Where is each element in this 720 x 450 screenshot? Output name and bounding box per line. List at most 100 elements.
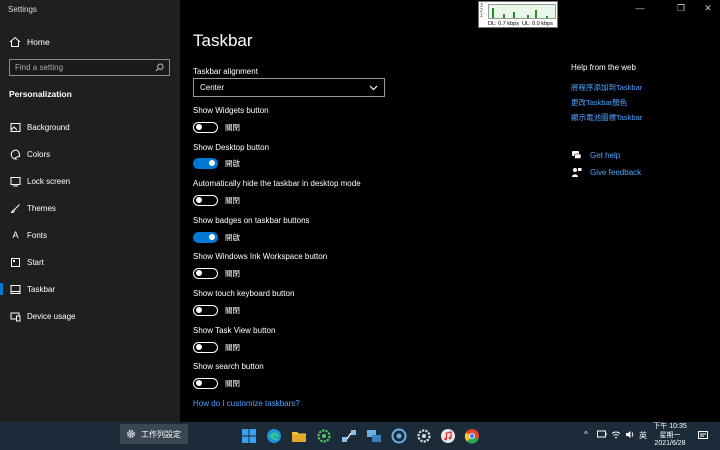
sidebar-item-label: Start bbox=[27, 257, 44, 267]
windows-start-icon[interactable] bbox=[241, 428, 257, 444]
get-help-link[interactable]: Get help bbox=[571, 150, 620, 161]
badges-toggle[interactable] bbox=[193, 231, 218, 243]
toggle-state: 開啟 bbox=[225, 232, 240, 242]
setting-label: Show Desktop button bbox=[193, 143, 270, 152]
chevron-up-icon[interactable]: ^ bbox=[584, 430, 588, 439]
taskbar-settings-app[interactable]: 工作列設定 bbox=[120, 424, 188, 444]
palette-icon bbox=[10, 148, 21, 160]
lock-screen-icon bbox=[10, 176, 21, 187]
wifi-icon[interactable] bbox=[611, 430, 621, 439]
search-icon[interactable] bbox=[155, 63, 164, 72]
nav-home-label: Home bbox=[27, 37, 50, 47]
volume-icon[interactable] bbox=[625, 430, 635, 439]
sidebar-item-label: Colors bbox=[27, 149, 51, 159]
widgets-toggle[interactable] bbox=[193, 121, 218, 133]
setting-label: Automatically hide the taskbar in deskto… bbox=[193, 179, 361, 188]
sidebar-item-themes[interactable]: Themes bbox=[0, 199, 180, 217]
remote-desktop-icon[interactable] bbox=[366, 428, 382, 444]
search-input[interactable]: Find a setting bbox=[9, 59, 170, 76]
sidebar-item-label: Lock screen bbox=[27, 176, 71, 186]
taskbar-settings-label: 工作列設定 bbox=[141, 429, 181, 439]
toggle-state: 關閉 bbox=[225, 305, 240, 315]
font-icon: A bbox=[12, 230, 19, 240]
desktop-toggle[interactable] bbox=[193, 157, 218, 169]
taskbar: 工作列設定 ^ 英 下午 10:35 星期一 2021/6/28 bbox=[0, 422, 720, 450]
toggle-state: 關閉 bbox=[225, 195, 240, 205]
gear-app-icon[interactable] bbox=[316, 428, 332, 444]
sidebar: Settings Home Find a setting Personaliza… bbox=[0, 0, 180, 422]
toggle-state: 關閉 bbox=[225, 342, 240, 352]
setting-label: Show Task View button bbox=[193, 326, 276, 335]
autohide-toggle[interactable] bbox=[193, 194, 218, 206]
sidebar-item-device-usage[interactable]: Device usage bbox=[0, 307, 180, 325]
customize-link[interactable]: How do I customize taskbars? bbox=[193, 399, 300, 408]
taskbar-clock[interactable]: 下午 10:35 星期一 2021/6/28 bbox=[648, 423, 692, 449]
widgets-toggle-row: 關閉 bbox=[193, 121, 240, 133]
help-link-battery-icon[interactable]: 顯示電池圖標Taskbar bbox=[571, 112, 642, 123]
notification-icon[interactable] bbox=[698, 431, 708, 441]
network-meter-graph bbox=[488, 4, 556, 19]
sidebar-item-background[interactable]: Background bbox=[0, 118, 180, 136]
get-help-label: Get help bbox=[590, 151, 621, 160]
window-title: Settings bbox=[8, 5, 37, 14]
alignment-dropdown[interactable]: Center bbox=[193, 78, 385, 97]
browser-app-icon[interactable] bbox=[391, 428, 407, 444]
chrome-icon[interactable] bbox=[464, 428, 480, 444]
touch-keyboard-toggle[interactable] bbox=[193, 304, 218, 316]
minimize-button[interactable]: — bbox=[633, 3, 647, 13]
chat-bubble-icon bbox=[572, 151, 582, 159]
sidebar-item-fonts[interactable]: A Fonts bbox=[0, 226, 180, 244]
home-icon bbox=[9, 36, 21, 47]
network-meter-rates: DL: 0.7 kbps UL: 0.0 kbps bbox=[488, 21, 553, 27]
help-link-change-color[interactable]: 更改Taskbar顏色 bbox=[571, 97, 627, 108]
battery-icon[interactable] bbox=[597, 430, 607, 438]
sidebar-item-lock-screen[interactable]: Lock screen bbox=[0, 172, 180, 190]
toggle-state: 開啟 bbox=[225, 158, 240, 168]
setting-label: Show Widgets button bbox=[193, 106, 269, 115]
picture-icon bbox=[10, 122, 21, 133]
gear-icon bbox=[127, 430, 135, 438]
sidebar-item-label: Taskbar bbox=[27, 284, 56, 294]
search-placeholder: Find a setting bbox=[15, 63, 64, 72]
setting-label: Show badges on taskbar buttons bbox=[193, 216, 310, 225]
taskbar-icon bbox=[10, 284, 21, 295]
search-button-toggle[interactable] bbox=[193, 377, 218, 389]
ink-toggle-row: 關閉 bbox=[193, 267, 240, 279]
section-title: Personalization bbox=[9, 89, 72, 99]
maximize-button[interactable]: ❐ bbox=[674, 3, 688, 14]
toggle-state: 關閉 bbox=[225, 378, 240, 388]
help-link-add-program[interactable]: 將程序添加到Taskbar bbox=[571, 82, 642, 93]
ink-workspace-toggle[interactable] bbox=[193, 267, 218, 279]
setting-label: Show Windows Ink Workspace button bbox=[193, 252, 328, 261]
start-icon bbox=[10, 257, 21, 268]
nav-home[interactable]: Home bbox=[9, 35, 50, 49]
autohide-toggle-row: 關閉 bbox=[193, 194, 240, 206]
sidebar-item-colors[interactable]: Colors bbox=[0, 145, 180, 163]
upload-rate: UL: 0.0 kbps bbox=[521, 21, 553, 27]
desktop-toggle-row: 開啟 bbox=[193, 157, 240, 169]
sidebar-item-taskbar[interactable]: Taskbar bbox=[0, 280, 180, 298]
edge-icon[interactable] bbox=[266, 428, 282, 444]
alignment-value: Center bbox=[200, 83, 225, 92]
badges-toggle-row: 開啟 bbox=[193, 231, 240, 243]
feedback-icon bbox=[572, 168, 582, 177]
sidebar-item-label: Themes bbox=[27, 203, 56, 213]
input-language-indicator[interactable]: 英 bbox=[639, 430, 647, 441]
network-tool-icon[interactable] bbox=[341, 428, 357, 444]
give-feedback-link[interactable]: Give feedback bbox=[571, 167, 641, 178]
clock-date: 2021/6/28 bbox=[654, 440, 686, 447]
toggle-state: 關閉 bbox=[225, 268, 240, 278]
close-button[interactable]: ✕ bbox=[701, 3, 715, 14]
device-icon bbox=[10, 311, 21, 322]
sidebar-item-label: Background bbox=[27, 122, 70, 132]
file-explorer-icon[interactable] bbox=[291, 428, 307, 444]
music-app-icon[interactable] bbox=[440, 428, 456, 444]
give-feedback-label: Give feedback bbox=[590, 168, 642, 177]
task-view-toggle[interactable] bbox=[193, 341, 218, 353]
page-title: Taskbar bbox=[193, 31, 253, 50]
sidebar-item-label: Fonts bbox=[27, 230, 48, 240]
keyboard-toggle-row: 關閉 bbox=[193, 304, 240, 316]
settings-app-icon[interactable] bbox=[416, 428, 432, 444]
sidebar-item-start[interactable]: Start bbox=[0, 253, 180, 271]
network-meter: 3 2 1 DL: 0.7 kbps UL: 0.0 kbps bbox=[478, 1, 558, 28]
